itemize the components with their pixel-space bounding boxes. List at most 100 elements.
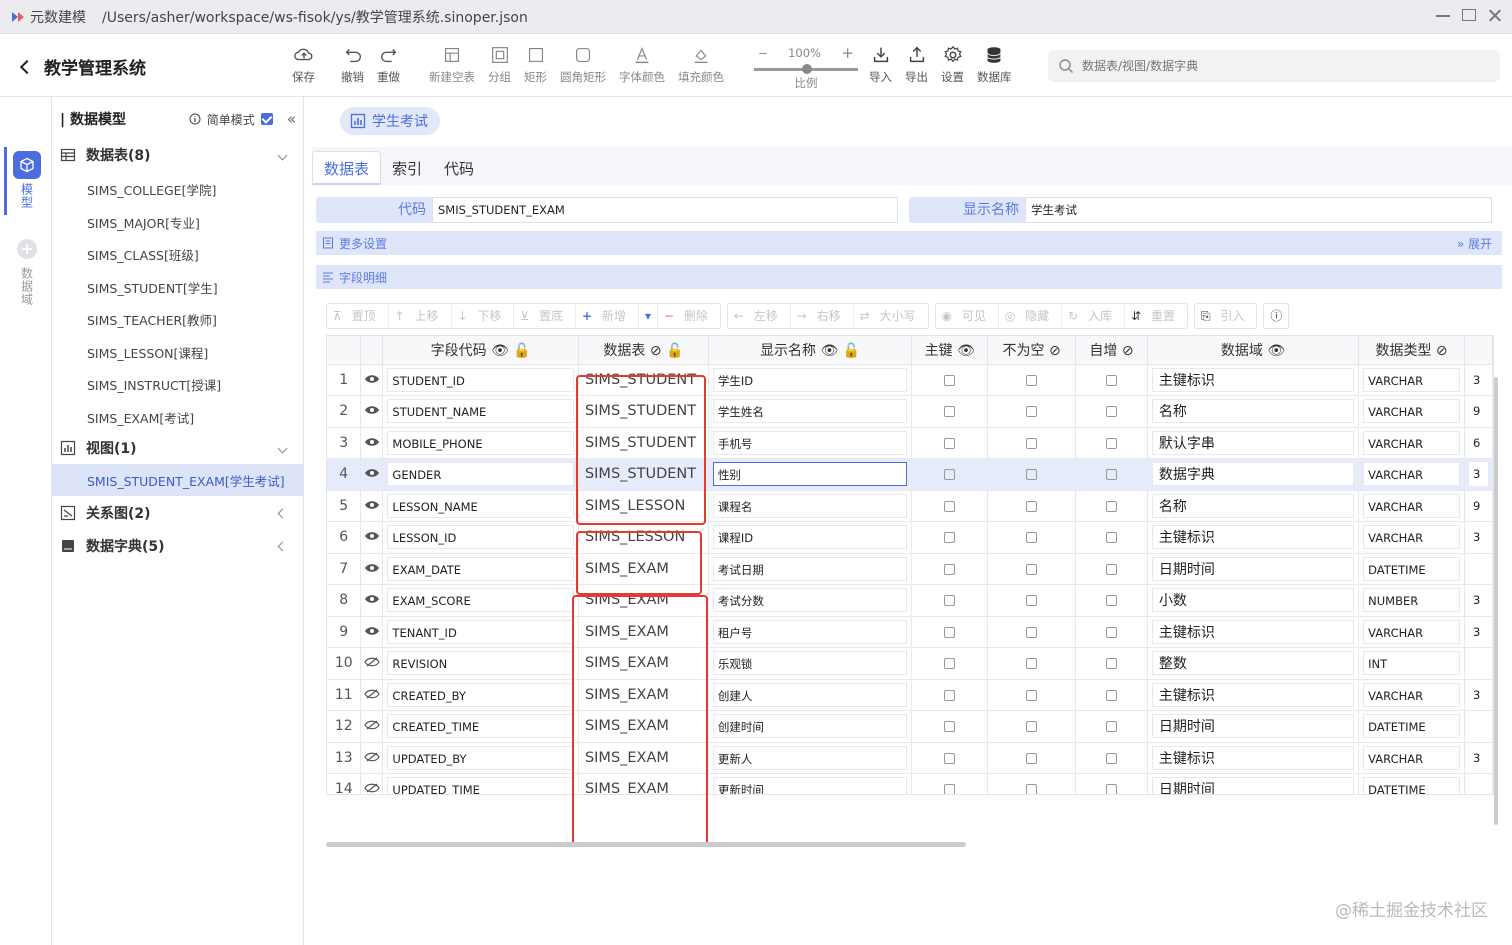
table-name-cell[interactable]: SIMS_EXAM [578,616,709,648]
reset-button[interactable]: ⇵ 重置 [1125,303,1187,329]
data-type-cell[interactable]: VARCHAR [1358,742,1465,774]
domain-cell[interactable]: 日期时间 [1147,553,1360,585]
eye-icon[interactable] [360,553,384,585]
auto-increment-checkbox[interactable] [1075,710,1148,743]
move-up-button[interactable]: ↑ 上移 [389,303,452,329]
domain-cell[interactable]: 数据字典 [1147,458,1360,491]
length-cell[interactable]: 3 [1464,458,1493,491]
auto-increment-checkbox[interactable] [1075,679,1148,711]
length-cell[interactable]: 3 [1464,364,1493,396]
primary-key-checkbox[interactable] [911,458,989,491]
col-not-null[interactable]: 不为空 ⊘ [987,336,1077,365]
primary-key-checkbox[interactable] [911,616,989,648]
table-name-cell[interactable]: SIMS_STUDENT [578,364,709,396]
eye-icon[interactable]: 👁 [491,343,509,359]
field-code-cell[interactable]: EXAM_DATE [382,553,579,585]
field-code-cell[interactable]: UPDATED_BY [382,742,579,774]
display-name-cell[interactable]: 课程ID [708,521,913,554]
tree-item-table[interactable]: SIMS_LESSON[课程] [87,343,208,362]
search-box[interactable] [1048,50,1500,82]
eye-off-icon[interactable]: ⊘ [1122,343,1134,359]
minimize-icon[interactable] [1436,9,1450,17]
auto-increment-checkbox[interactable] [1075,584,1148,617]
data-type-cell[interactable]: VARCHAR [1358,458,1465,491]
col-table[interactable]: 数据表 ⊘ 🔓 [578,336,709,365]
hidden-button[interactable]: ◎ 隐藏 [999,303,1063,329]
tree-item-table[interactable]: SIMS_COLLEGE[学院] [87,180,216,199]
data-type-cell[interactable]: VARCHAR [1358,521,1465,554]
col-field-code[interactable]: 字段代码 👁 🔓 [382,336,579,365]
display-name-cell[interactable]: 创建时间 [708,710,913,743]
table-name-cell[interactable]: SIMS_LESSON [578,521,709,554]
zoom-slider-handle[interactable] [802,64,812,74]
table-name-cell[interactable]: SIMS_EXAM [578,679,709,711]
eye-icon[interactable] [360,395,384,428]
tab-index[interactable]: 索引 [381,152,433,185]
horizontal-scrollbar[interactable] [326,842,966,847]
table-name-cell[interactable]: SIMS_EXAM [578,773,709,794]
field-code-cell[interactable]: REVISION [382,647,579,680]
data-type-cell[interactable]: DATETIME [1358,553,1465,585]
redo-button[interactable]: 重做 [377,44,400,85]
length-cell[interactable] [1464,710,1493,743]
eye-off-icon[interactable] [360,742,384,774]
length-cell[interactable]: 3 [1464,521,1493,554]
auto-increment-checkbox[interactable] [1075,616,1148,648]
add-field-button[interactable]: + 新增 [576,303,639,329]
table-row[interactable]: 2 STUDENT_NAME SIMS_STUDENT 学生姓名 名称 VARCHAR 9 [327,395,1493,428]
auto-increment-checkbox[interactable] [1075,490,1148,522]
table-name-cell[interactable]: SIMS_STUDENT [578,427,709,459]
close-icon[interactable] [1488,9,1502,21]
tree-group-views[interactable]: 视图(1) [60,438,296,458]
auto-increment-checkbox[interactable] [1075,364,1148,396]
table-row[interactable]: 10 REVISION SIMS_EXAM 乐观锁 整数 INT [327,647,1493,680]
import-button[interactable]: 导入 [869,44,892,85]
display-name-input[interactable]: 学生考试 [1025,197,1492,223]
eye-off-icon[interactable] [360,773,384,794]
display-name-cell[interactable]: 租户号 [708,616,913,648]
primary-key-checkbox[interactable] [911,584,989,617]
table-name-cell[interactable]: SIMS_EXAM [578,647,709,680]
eye-off-icon[interactable] [360,710,384,743]
tree-group-dictionary[interactable]: 数据字典(5) [60,536,296,556]
auto-increment-checkbox[interactable] [1075,521,1148,554]
eye-icon[interactable] [360,616,384,648]
field-code-cell[interactable]: LESSON_ID [382,521,579,554]
field-code-cell[interactable]: LESSON_NAME [382,490,579,522]
rect-button[interactable]: 矩形 [524,44,547,85]
display-name-cell[interactable]: 考试分数 [708,584,913,617]
data-type-cell[interactable]: VARCHAR [1358,395,1465,428]
auto-increment-checkbox[interactable] [1075,427,1148,459]
data-type-cell[interactable]: INT [1358,647,1465,680]
settings-button[interactable]: 设置 [941,44,964,85]
domain-cell[interactable]: 主键标识 [1147,521,1360,554]
display-name-cell[interactable]: 学生姓名 [708,395,913,428]
eye-icon[interactable]: 👁 [957,343,975,359]
eye-icon[interactable] [360,458,384,491]
eye-off-icon[interactable]: ⊘ [1049,343,1061,359]
data-type-cell[interactable]: VARCHAR [1358,427,1465,459]
eye-off-icon[interactable]: ⊘ [1436,343,1448,359]
primary-key-checkbox[interactable] [911,679,989,711]
visible-button[interactable]: ◉ 可见 [936,303,999,329]
code-input[interactable]: SMIS_STUDENT_EXAM [432,197,898,223]
font-color-button[interactable]: 字体颜色 [619,44,665,85]
table-name-cell[interactable]: SIMS_STUDENT [578,458,709,491]
domain-cell[interactable]: 整数 [1147,647,1360,680]
move-top-button[interactable]: ⊼ 置顶 [327,303,389,329]
primary-key-checkbox[interactable] [911,710,989,743]
case-button[interactable]: ⇄ 大小写 [854,303,928,329]
rail-domain[interactable]: 数据域 [6,235,48,306]
length-cell[interactable]: 3 [1464,679,1493,711]
field-code-cell[interactable]: MOBILE_PHONE [382,427,579,459]
tree-group-relations[interactable]: 关系图(2) [60,503,296,523]
search-input[interactable] [1082,59,1482,73]
table-row[interactable]: 5 LESSON_NAME SIMS_LESSON 课程名 名称 VARCHAR 9 [327,490,1493,522]
not-null-checkbox[interactable] [987,395,1077,428]
domain-cell[interactable]: 名称 [1147,395,1360,428]
display-name-cell[interactable]: 乐观锁 [708,647,913,680]
zoom-in-icon[interactable]: + [841,44,854,62]
eye-icon[interactable]: 👁 [821,343,839,359]
not-null-checkbox[interactable] [987,773,1077,794]
field-code-cell[interactable]: EXAM_SCORE [382,584,579,617]
